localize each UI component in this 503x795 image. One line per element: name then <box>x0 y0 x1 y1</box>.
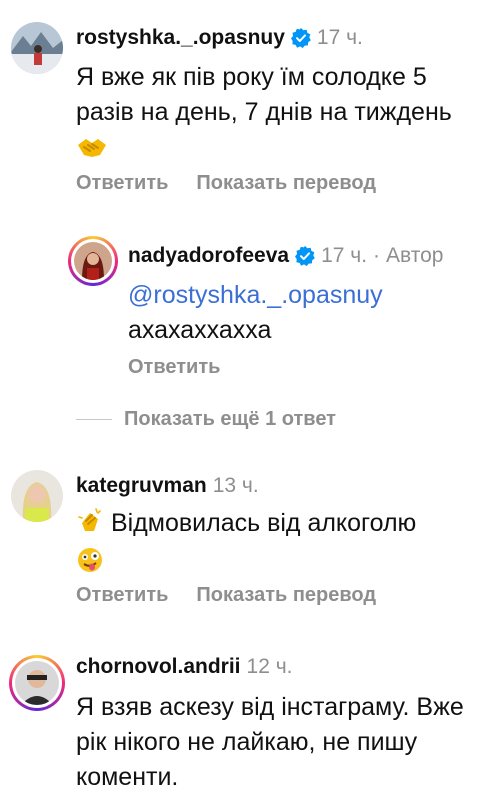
avatar-story-ring[interactable] <box>68 236 118 286</box>
comment-text: Я взяв аскезу від інстаграму. Вже рік ні… <box>76 693 464 791</box>
comment-text: Відмовилась від алкоголю <box>76 506 486 584</box>
translate-button[interactable]: Показать перевод <box>196 172 376 195</box>
clapping-hands-emoji-icon <box>76 507 104 545</box>
divider-line <box>76 419 112 420</box>
avatar <box>15 661 59 705</box>
username[interactable]: chornovol.andrii <box>76 655 241 679</box>
verified-badge-icon <box>295 246 315 266</box>
username[interactable]: kategruvman <box>76 474 207 498</box>
comment-text: Я вже як пів року їм солодке 5 разів на … <box>76 60 486 169</box>
reply-button[interactable]: Ответить <box>128 356 220 379</box>
timestamp: 17 ч. <box>316 26 363 49</box>
zany-face-emoji-icon <box>76 546 104 584</box>
avatar[interactable] <box>11 470 63 522</box>
reply-button[interactable]: Ответить <box>76 172 168 195</box>
timestamp: 17 ч. <box>321 244 368 267</box>
author-label: Автор <box>386 244 444 267</box>
avatar-story-ring[interactable] <box>9 655 65 711</box>
show-more-replies[interactable]: Показать ещё 1 ответ <box>76 408 336 431</box>
comment-text: @rostyshka._.opasnuy ахахаххахха <box>128 278 488 348</box>
username[interactable]: rostyshka._.opasnuy <box>76 26 285 50</box>
timestamp: 13 ч. <box>212 474 259 497</box>
reply-button[interactable]: Ответить <box>76 584 168 607</box>
avatar[interactable] <box>11 22 63 74</box>
show-more-replies-label[interactable]: Показать ещё 1 ответ <box>124 408 336 431</box>
username[interactable]: nadyadorofeeva <box>128 244 289 268</box>
mention-link[interactable]: @rostyshka._.opasnuy <box>128 278 488 313</box>
verified-badge-icon <box>290 28 311 48</box>
avatar <box>74 242 112 280</box>
translate-button[interactable]: Показать перевод <box>196 584 376 607</box>
separator: · <box>373 244 381 267</box>
timestamp: 12 ч. <box>246 655 293 678</box>
handshake-emoji-icon <box>76 134 108 169</box>
